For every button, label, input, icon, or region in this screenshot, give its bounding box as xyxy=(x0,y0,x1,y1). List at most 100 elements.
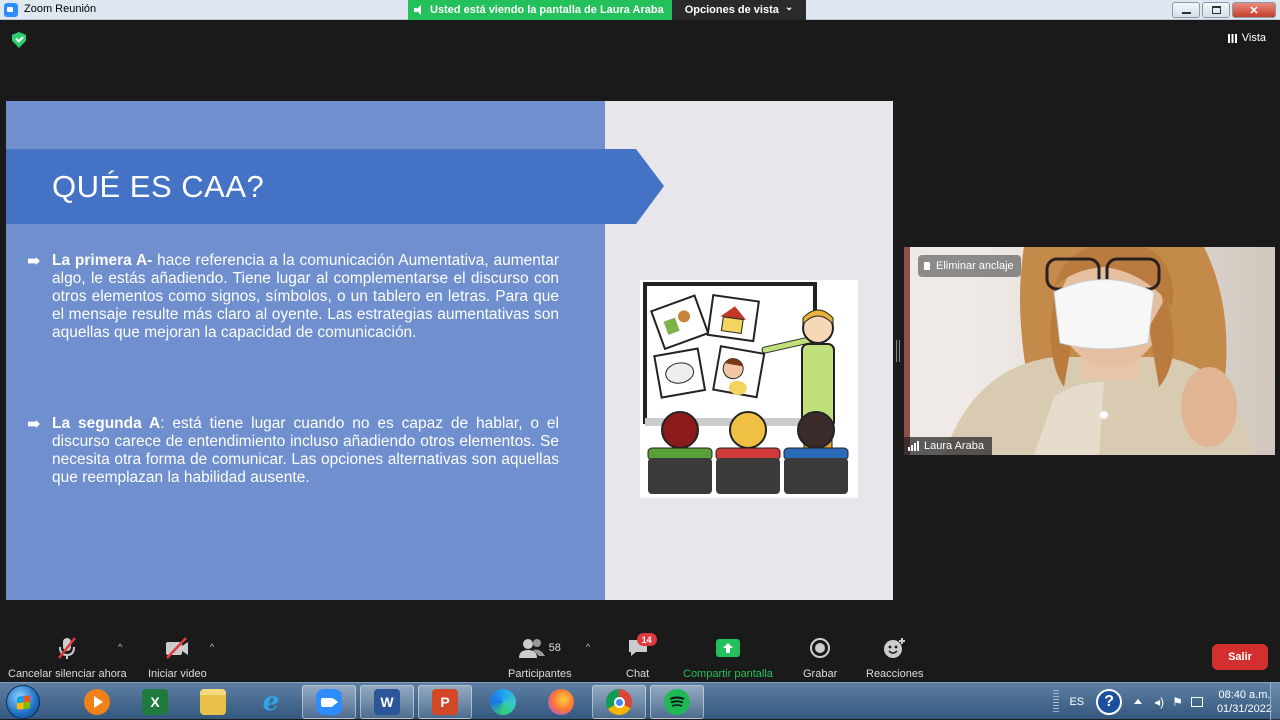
chrome-icon xyxy=(606,689,632,715)
record-button[interactable]: Grabar xyxy=(803,636,837,680)
restore-icon xyxy=(1211,6,1221,14)
bullet-lead: La segunda A xyxy=(52,415,161,432)
screen-share-banner: Usted está viendo la pantalla de Laura A… xyxy=(408,0,672,20)
meeting-toolbar: Cancelar silenciar ahora ^ Iniciar video… xyxy=(0,630,1280,682)
excel-icon: X xyxy=(142,689,168,715)
share-screen-icon xyxy=(715,636,740,660)
slide-bullet-2: La segunda A: está tiene lugar cuando no… xyxy=(28,415,559,487)
chevron-down-icon: ⌄ xyxy=(784,1,794,13)
help-icon[interactable]: ? xyxy=(1096,688,1123,715)
volume-icon[interactable]: ◂) xyxy=(1154,695,1164,709)
view-button[interactable]: Vista xyxy=(1227,32,1266,44)
view-options-button[interactable]: Opciones de vista ⌄ xyxy=(672,0,806,20)
slide-title: QUÉ ES CAA? xyxy=(52,169,265,204)
clock-time: 08:40 a.m. xyxy=(1218,688,1271,701)
zoom-icon xyxy=(316,689,342,715)
taskbar-powerpoint[interactable]: P xyxy=(418,685,472,719)
firefox-icon xyxy=(548,689,574,715)
record-label: Grabar xyxy=(803,668,838,680)
security-shield-icon[interactable] xyxy=(12,32,26,48)
reactions-icon xyxy=(883,636,907,660)
reactions-label: Reacciones xyxy=(866,668,924,680)
close-icon: ✕ xyxy=(1249,4,1259,17)
title-bar: Zoom Reunión Usted está viendo la pantal… xyxy=(0,0,1280,20)
taskbar-word[interactable]: W xyxy=(360,685,414,719)
pictogram-illustration xyxy=(643,282,849,494)
bullet-lead: La primera A- xyxy=(52,252,153,269)
gallery-grid-icon xyxy=(1227,33,1237,43)
muted-microphone-icon xyxy=(55,636,79,660)
clock-date: 01/31/2022 xyxy=(1216,702,1272,715)
taskbar-spotify[interactable] xyxy=(650,685,704,719)
participants-icon: 58 xyxy=(518,636,561,660)
language-indicator[interactable]: ES xyxy=(1069,696,1084,708)
slide-bullet-1: La primera A- hace referencia a la comun… xyxy=(28,252,559,342)
windows-taskbar: X e W P ES ? ◂) ⚑ 08:40 a.m. 01/31/2022 xyxy=(0,682,1280,720)
window-title: Zoom Reunión xyxy=(24,3,97,15)
share-banner-text: Usted está viendo la pantalla de Laura A… xyxy=(430,4,664,16)
taskbar-chrome[interactable] xyxy=(592,685,646,719)
minimize-icon xyxy=(1181,12,1191,14)
participant-name: Laura Araba xyxy=(924,440,984,452)
taskbar-edge[interactable] xyxy=(476,685,530,719)
chat-button[interactable]: 14 Chat xyxy=(626,633,657,680)
participant-name-label: Laura Araba xyxy=(904,437,992,455)
internet-explorer-icon: e xyxy=(262,687,280,717)
action-center-flag-icon[interactable]: ⚑ xyxy=(1172,695,1183,709)
chat-label: Chat xyxy=(626,668,650,680)
participants-label: Participantes xyxy=(508,668,572,680)
view-options-label: Opciones de vista xyxy=(684,4,779,16)
participant-video[interactable]: Eliminar anclaje Laura Araba xyxy=(904,247,1275,455)
start-video-label: Iniciar video xyxy=(148,668,207,680)
spotify-icon xyxy=(664,689,690,715)
record-icon xyxy=(809,636,831,660)
share-screen-button[interactable]: Compartir pantalla xyxy=(683,636,773,680)
video-options-caret[interactable]: ^ xyxy=(210,642,214,652)
participants-options-caret[interactable]: ^ xyxy=(586,642,590,652)
audio-options-caret[interactable]: ^ xyxy=(118,642,122,652)
powerpoint-icon: P xyxy=(432,689,458,715)
chat-icon: 14 xyxy=(627,633,657,660)
mute-label: Cancelar silenciar ahora xyxy=(8,668,127,680)
reactions-button[interactable]: Reacciones xyxy=(866,636,923,680)
share-screen-label: Compartir pantalla xyxy=(683,668,773,680)
media-player-icon xyxy=(84,689,110,715)
taskbar-clock[interactable]: 08:40 a.m. 01/31/2022 xyxy=(1217,688,1272,716)
taskbar-file-explorer[interactable] xyxy=(186,685,240,719)
tray-grip xyxy=(1053,689,1060,714)
participants-button[interactable]: 58 Participantes xyxy=(508,636,572,680)
system-tray: ES ? ◂) ⚑ 08:40 a.m. 01/31/2022 xyxy=(1053,683,1272,720)
taskbar-media-player[interactable] xyxy=(70,685,124,719)
shared-slide: QUÉ ES CAA? La primera A- hace referenci… xyxy=(6,101,893,600)
pin-icon xyxy=(924,262,930,270)
panel-splitter-handle[interactable] xyxy=(896,340,900,362)
folder-icon xyxy=(200,689,226,715)
taskbar-firefox[interactable] xyxy=(534,685,588,719)
participant-video-frame xyxy=(944,247,1254,455)
speaker-icon xyxy=(414,5,424,15)
window-controls: ✕ xyxy=(1172,2,1276,18)
word-icon: W xyxy=(374,689,400,715)
mute-button[interactable]: Cancelar silenciar ahora xyxy=(8,636,127,680)
classroom-pictogram xyxy=(640,280,858,498)
show-desktop-button[interactable] xyxy=(1270,683,1280,720)
start-video-button[interactable]: Iniciar video xyxy=(148,636,207,680)
leave-button[interactable]: Salir xyxy=(1212,644,1268,670)
taskbar-internet-explorer[interactable]: e xyxy=(244,685,298,719)
start-button[interactable] xyxy=(6,685,40,719)
unpin-label: Eliminar anclaje xyxy=(936,260,1014,272)
zoom-app-icon xyxy=(4,3,18,17)
video-off-icon xyxy=(164,636,190,660)
participants-count: 58 xyxy=(548,642,561,654)
close-button[interactable]: ✕ xyxy=(1232,2,1276,18)
signal-strength-icon xyxy=(908,441,919,451)
restore-button[interactable] xyxy=(1202,2,1230,18)
unpin-badge[interactable]: Eliminar anclaje xyxy=(918,255,1021,277)
network-icon[interactable] xyxy=(1190,696,1203,707)
taskbar-zoom[interactable] xyxy=(302,685,356,719)
chat-unread-badge: 14 xyxy=(636,633,657,646)
taskbar-excel[interactable]: X xyxy=(128,685,182,719)
minimize-button[interactable] xyxy=(1172,2,1200,18)
show-hidden-icons-icon[interactable] xyxy=(1134,699,1143,704)
view-label: Vista xyxy=(1241,32,1266,44)
